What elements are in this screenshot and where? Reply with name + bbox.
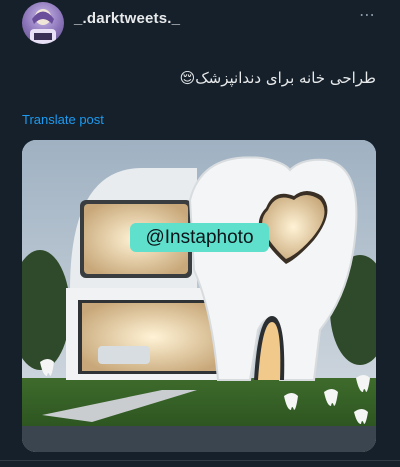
avatar[interactable] xyxy=(22,2,64,44)
tooth-house-image xyxy=(22,140,376,452)
media-watermark: @Instaphoto xyxy=(130,223,269,252)
avatar-image xyxy=(30,9,56,44)
more-horizontal-icon[interactable]: ⋯ xyxy=(356,6,378,24)
divider xyxy=(0,460,400,461)
username[interactable]: _.darktweets._ xyxy=(74,10,180,27)
translate-post-link[interactable]: Translate post xyxy=(22,112,104,127)
post-text: طراحی خانه برای دندانپزشک😌 xyxy=(179,69,376,87)
post-image[interactable] xyxy=(22,140,376,452)
post-header: _.darktweets._ ⋯ xyxy=(0,0,400,50)
